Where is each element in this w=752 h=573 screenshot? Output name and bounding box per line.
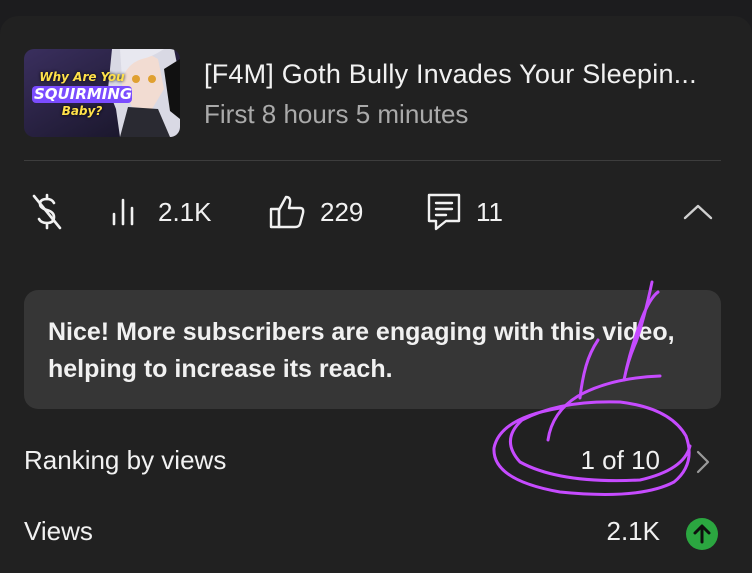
stats-row: 2.1K 229 11 [24, 190, 724, 234]
divider [24, 160, 721, 161]
video-title: [F4M] Goth Bully Invades Your Sleepin... [204, 59, 697, 89]
views-value: 2.1K [606, 516, 661, 546]
thumbs-up-icon [268, 193, 306, 231]
thumbnail-text: Baby? [61, 104, 103, 118]
app-screen: Why Are You SQUIRMING Baby? [F4M] Goth B… [0, 0, 752, 573]
thumbnail-text: Why Are You [39, 70, 125, 84]
comment-icon [426, 192, 462, 232]
views-row[interactable]: Views 2.1K [24, 512, 721, 552]
arrow-up-icon [686, 518, 718, 555]
ranking-label: Ranking by views [24, 445, 227, 475]
ranking-row[interactable]: Ranking by views 1 of 10 [24, 441, 721, 481]
views-stat[interactable]: 2.1K [108, 190, 212, 234]
no-dollar-icon [30, 192, 64, 232]
views-count: 2.1K [158, 196, 212, 227]
comments-count: 11 [476, 196, 503, 227]
chevron-up-icon [682, 202, 714, 222]
insight-text: Nice! More subscribers are engaging with… [48, 318, 675, 383]
comments-stat[interactable]: 11 [426, 190, 503, 234]
monetization-stat[interactable] [30, 190, 64, 234]
likes-count: 229 [320, 196, 364, 227]
insight-card: Nice! More subscribers are engaging with… [24, 290, 721, 409]
ranking-value: 1 of 10 [580, 445, 660, 475]
video-subtitle: First 8 hours 5 minutes [204, 99, 469, 129]
views-label: Views [24, 516, 93, 546]
bar-chart-icon [108, 194, 144, 230]
collapse-button[interactable] [682, 190, 714, 234]
thumbnail-text: SQUIRMING [32, 85, 133, 103]
likes-stat[interactable]: 229 [268, 190, 363, 234]
chevron-right-icon [695, 449, 711, 480]
video-header[interactable]: Why Are You SQUIRMING Baby? [F4M] Goth B… [24, 49, 724, 139]
video-thumbnail[interactable]: Why Are You SQUIRMING Baby? [24, 49, 180, 137]
